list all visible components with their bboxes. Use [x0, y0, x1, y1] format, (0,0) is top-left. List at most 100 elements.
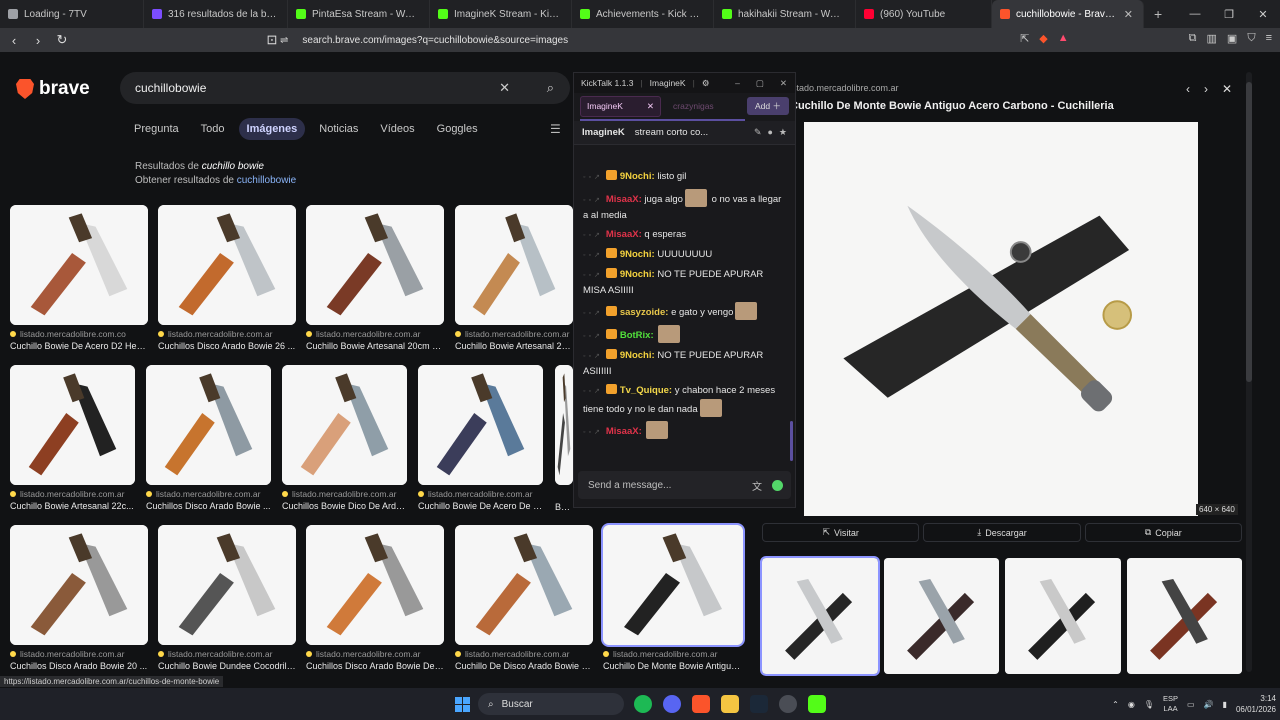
related-image[interactable]	[1126, 558, 1242, 674]
tab-pregunta[interactable]: Pregunta	[126, 118, 187, 140]
mod-actions-icon[interactable]: ◦▫↗	[583, 272, 603, 279]
pinned-icon[interactable]: ★	[779, 127, 787, 138]
tab-noticias[interactable]: Noticias	[311, 118, 366, 140]
image-title[interactable]: Cuchillo Bowie De Acero De D...	[418, 501, 543, 511]
image-thumbnail[interactable]	[306, 525, 444, 645]
preview-scrollbar[interactable]	[1246, 72, 1252, 672]
tab-imágenes[interactable]: Imágenes	[238, 118, 306, 140]
extensions-icon[interactable]: ⧉	[1189, 32, 1197, 45]
filter-icon[interactable]: ☰	[550, 122, 561, 136]
image-title[interactable]: Cuchillos Disco Arado Bowie ...	[146, 501, 271, 511]
channel-tab[interactable]: crazynigas	[667, 97, 720, 115]
image-title[interactable]: Cuchillos Disco Arado Bowie 20 ...	[10, 661, 148, 671]
search-icon[interactable]: ⌕	[547, 80, 554, 96]
chat-username[interactable]: 9Nochi	[620, 269, 652, 280]
image-result[interactable]: listado.mercadolibre.com.ar Cuchillo Bowi…	[306, 205, 444, 351]
browser-tab[interactable]: hakihakii Stream - Watch Li	[714, 0, 856, 28]
chat-username[interactable]: BotRix	[620, 330, 651, 341]
image-title[interactable]: Cuchillos Disco Arado Bowie 26 ...	[158, 341, 296, 351]
image-result[interactable]: listado.mercadolibre.com.ar Cuchillo De D…	[455, 525, 593, 671]
chevron-up-icon[interactable]: ⌃	[1112, 700, 1119, 709]
mod-actions-icon[interactable]: ◦▫↗	[583, 333, 603, 340]
chat-username[interactable]: 9Nochi	[620, 171, 652, 182]
image-thumbnail[interactable]	[418, 365, 543, 485]
new-tab-icon[interactable]: +	[1144, 6, 1172, 22]
image-title[interactable]: Cuchillo De Disco Arado Bowie H...	[455, 661, 593, 671]
image-title[interactable]: Cuchillo Bowie Artesanal 22cm	[455, 341, 573, 351]
browser-tab[interactable]: Loading - 7TV	[0, 0, 144, 28]
tab-goggles[interactable]: Goggles	[429, 118, 486, 140]
image-title[interactable]: Cuchillo Bowie Dundee Cocodrilo...	[158, 661, 296, 671]
mod-actions-icon[interactable]: ◦▫↗	[583, 197, 603, 204]
image-result[interactable]: listado.mercadolibre.com.ar Cuchillo Bowi…	[158, 525, 296, 671]
original-query-link[interactable]: cuchillobowie	[237, 175, 296, 186]
chevron-right-icon[interactable]: ›	[1204, 82, 1208, 96]
related-image[interactable]	[883, 558, 999, 674]
windows-start-icon[interactable]	[455, 697, 470, 712]
steam-icon[interactable]	[750, 695, 768, 713]
chat-username[interactable]: MisaaX	[606, 194, 639, 205]
network-icon[interactable]: ▭	[1187, 700, 1195, 709]
image-thumbnail[interactable]	[158, 205, 296, 325]
clock[interactable]: 3:14 06/01/2026	[1236, 693, 1276, 715]
image-title[interactable]: Bowie Cuchillos de Hoja Fija modernos de…	[555, 502, 573, 512]
image-thumbnail[interactable]	[601, 523, 745, 647]
brave-logo[interactable]: brave	[16, 78, 90, 100]
image-result[interactable]: listado.mercadolibre.com.ar Cuchillos Dis…	[158, 205, 296, 351]
site-info-icon[interactable]: ⇌	[280, 35, 288, 46]
settings-icon[interactable]: ⚙	[702, 78, 710, 89]
image-title[interactable]: Cuchillo Bowie Artesanal 20cm D...	[306, 341, 444, 351]
maximize-icon[interactable]: ▢	[756, 78, 764, 89]
mod-actions-icon[interactable]: ◦▫↗	[583, 353, 603, 360]
image-result[interactable]: listado.mercadolibre.com.ar Cuchillos Dis…	[146, 365, 271, 511]
chat-username[interactable]: 9Nochi	[620, 350, 652, 361]
minimize-icon[interactable]: —	[1178, 8, 1212, 20]
image-thumbnail[interactable]	[455, 525, 593, 645]
chat-username[interactable]: MisaaX	[606, 229, 639, 240]
image-title[interactable]: Cuchillo De Monte Bowie Antiguo...	[603, 661, 743, 671]
image-result[interactable]: Bowie Cuchillos de Hoja Fija modernos de…	[555, 365, 573, 512]
chat-username[interactable]: MisaaX	[606, 426, 639, 437]
close-channel-icon[interactable]: ✕	[647, 101, 654, 112]
user-icon[interactable]: ●	[767, 127, 772, 138]
image-title[interactable]: Cuchillos Disco Arado Bowie Dep...	[306, 661, 444, 671]
file-explorer-icon[interactable]	[721, 695, 739, 713]
taskbar-search[interactable]: ⌕ Buscar	[478, 693, 624, 715]
image-result[interactable]: listado.mercadolibre.com.ar Cuchillo Bowi…	[418, 365, 543, 511]
add-channel-button[interactable]: Add ＋	[747, 97, 789, 115]
chat-username[interactable]: 9Nochi	[620, 249, 652, 260]
image-thumbnail[interactable]	[455, 205, 573, 325]
close-tab-icon[interactable]: ✕	[1124, 8, 1133, 21]
scrollbar-thumb[interactable]	[1246, 82, 1252, 382]
tab-vídeos[interactable]: Vídeos	[372, 118, 422, 140]
image-title[interactable]: Cuchillo Bowie De Acero D2 Hec...	[10, 341, 148, 351]
mod-actions-icon[interactable]: ◦▫↗	[583, 388, 603, 395]
clear-search-icon[interactable]: ✕	[499, 80, 510, 96]
related-image[interactable]	[1005, 558, 1121, 674]
menu-icon[interactable]: ≡	[1266, 32, 1272, 45]
image-thumbnail[interactable]	[10, 205, 148, 325]
kick-icon[interactable]	[808, 695, 826, 713]
browser-tab[interactable]: PintaEsa Stream - Watch Li	[288, 0, 430, 28]
battery-icon[interactable]: ▮	[1223, 700, 1227, 709]
kicktalk-username[interactable]: ImagineK	[650, 78, 686, 88]
url-field[interactable]: ⇌ search.brave.com/images?q=cuchillobowi…	[280, 31, 980, 49]
image-thumbnail[interactable]	[306, 205, 444, 325]
visit-button[interactable]: ⇱ Visitar	[762, 523, 920, 542]
image-result[interactable]: listado.mercadolibre.com.ar Cuchillo Bowi…	[455, 205, 573, 351]
mod-actions-icon[interactable]: ◦▫↗	[583, 310, 603, 317]
browser-tab[interactable]: 316 resultados de la búsqueda	[144, 0, 288, 28]
volume-icon[interactable]: 🔊	[1204, 700, 1214, 709]
discord-icon[interactable]	[663, 695, 681, 713]
image-title[interactable]: Cuchillos Bowie Dico De Ardo ...	[282, 501, 407, 511]
chat-scrollbar[interactable]	[790, 421, 793, 461]
microphone-icon[interactable]: 🎙	[1144, 700, 1154, 709]
tab-todo[interactable]: Todo	[193, 118, 233, 140]
wallet-icon[interactable]: ▣	[1227, 32, 1237, 45]
image-thumbnail[interactable]	[158, 525, 296, 645]
vpn-icon[interactable]: ⛉	[1247, 32, 1255, 45]
image-thumbnail[interactable]	[555, 365, 573, 485]
translate-icon[interactable]: 文	[752, 478, 762, 493]
image-result[interactable]: listado.mercadolibre.com.ar Cuchillos Bow…	[282, 365, 407, 511]
image-result[interactable]: listado.mercadolibre.com.ar Cuchillo Bowi…	[10, 365, 135, 511]
